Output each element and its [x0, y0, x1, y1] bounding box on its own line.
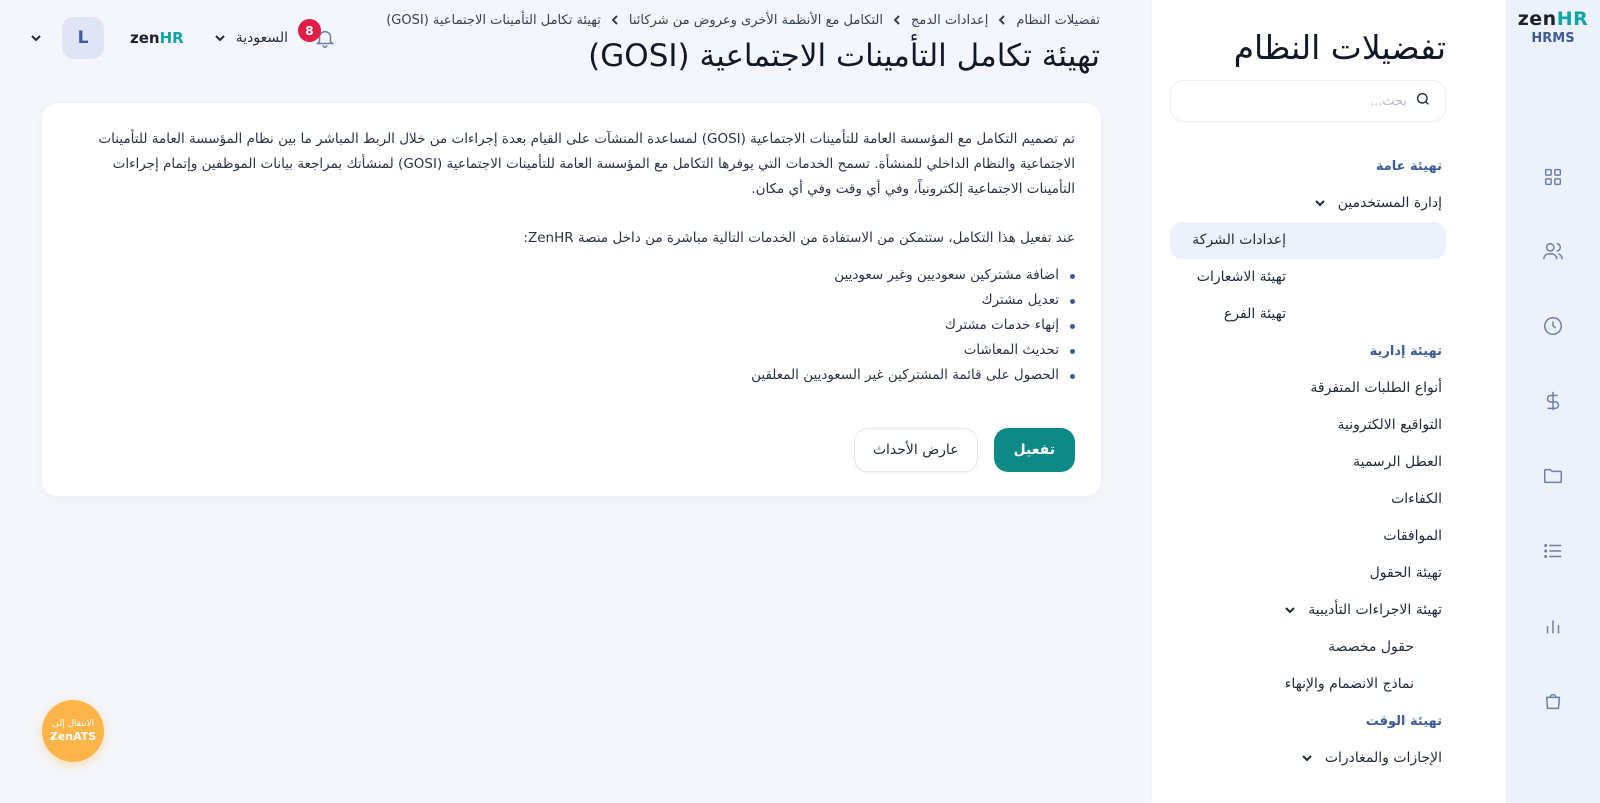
sidebar-item-label: تهيئة الاشعارات	[1196, 269, 1286, 285]
sidebar-item-approvals[interactable]: الموافقات	[1170, 518, 1446, 555]
sidebar-item-label: الإجازات والمغادرات	[1324, 750, 1442, 766]
notification-badge: 8	[297, 19, 321, 42]
account-dropdown-chevron-icon[interactable]	[26, 28, 46, 48]
chevron-down-icon	[210, 28, 230, 48]
sidebar-item-label: حقول مخصصة	[1328, 639, 1414, 655]
brand-sub: HRMS	[1531, 31, 1575, 46]
sidebar-item-label: الكفاءات	[1391, 491, 1442, 507]
card-body: تم تصميم التكامل مع المؤسسة العامة للتأم…	[65, 127, 1075, 388]
sidebar-item-label: العطل الرسمية	[1353, 454, 1442, 470]
sidebar-item-onboarding-offboarding-forms[interactable]: نماذج الانضمام والإنهاء	[1170, 666, 1446, 703]
sidebar-item-notifications-setup[interactable]: تهيئة الاشعارات	[1170, 259, 1446, 296]
zenats-line2: ZenATS	[49, 730, 97, 743]
sidebar-item-label: التواقيع الالكترونية	[1337, 417, 1442, 433]
card-actions: تفعيل عارض الأحداث	[853, 428, 1075, 472]
country-label: السعودية	[235, 30, 288, 46]
services-intro: عند تفعيل هذا التكامل، ستتمكن من الاستفا…	[523, 230, 1075, 246]
breadcrumb-other-integrations[interactable]: التكامل مع الأنظمة الأخرى وعروض من شركائ…	[629, 13, 883, 28]
zenats-line1: الانتقال إلى	[51, 719, 95, 729]
search-input[interactable]	[1197, 93, 1407, 109]
sidebar-item-label: نماذج الانضمام والإنهاء	[1284, 676, 1414, 692]
sidebar-item-public-holidays[interactable]: العطل الرسمية	[1170, 444, 1446, 481]
shopping-bag-icon[interactable]	[1540, 688, 1566, 714]
sidebar-item-user-management[interactable]: إدارة المستخدمين	[1170, 185, 1446, 222]
sidebar-item-disciplinary-setup[interactable]: تهيئة الاجراءات التأديبية	[1170, 592, 1446, 629]
main-content: تفضيلات النظام إعدادات الدمج التكامل مع …	[0, 0, 1150, 803]
sidebar-item-branch-setup[interactable]: تهيئة الفرع	[1170, 296, 1446, 333]
list-item: تحديث المعاشات	[65, 338, 1075, 363]
sidebar-item-fields-setup[interactable]: تهيئة الحقول	[1170, 555, 1446, 592]
sidebar-item-label: تهيئة الحقول	[1369, 565, 1442, 581]
chevron-down-icon	[1282, 604, 1296, 618]
section-administrative: تهيئة إدارية	[1369, 344, 1442, 359]
sidebar-item-label: إعدادات الشركة	[1192, 232, 1286, 248]
users-icon[interactable]	[1540, 238, 1566, 264]
list-item: إنهاء خدمات مشترك	[65, 313, 1075, 338]
sidebar-item-leaves[interactable]: الإجازات والمغادرات	[1170, 740, 1446, 777]
chevron-down-icon	[1299, 752, 1313, 766]
sidebar-item-label: أنواع الطلبات المتفرقة	[1310, 380, 1442, 396]
list-item: تعديل مشترك	[65, 288, 1075, 313]
breadcrumb: تفضيلات النظام إعدادات الدمج التكامل مع …	[386, 10, 1100, 30]
gosi-integration-card: تم تصميم التكامل مع المؤسسة العامة للتأم…	[41, 102, 1102, 497]
country-selector[interactable]: السعودية	[210, 28, 288, 48]
intro-paragraph: تم تصميم التكامل مع المؤسسة العامة للتأم…	[98, 131, 1075, 197]
sidebar-item-custom-fields[interactable]: حقول مخصصة	[1170, 629, 1446, 666]
brand-logo[interactable]: zenHR HRMS	[1506, 8, 1600, 46]
section-general: تهيئة عامة	[1375, 159, 1442, 174]
clock-icon[interactable]	[1540, 313, 1566, 339]
event-viewer-button[interactable]: عارض الأحداث	[853, 428, 978, 472]
breadcrumb-system-preferences[interactable]: تفضيلات النظام	[1016, 13, 1100, 28]
breadcrumb-current: تهيئة تكامل التأمينات الاجتماعية (GOSI)	[386, 12, 601, 28]
sidebar-item-misc-request-types[interactable]: أنواع الطلبات المتفرقة	[1170, 370, 1446, 407]
section-time: تهيئة الوقت	[1365, 714, 1442, 729]
page-title: تهيئة تكامل التأمينات الاجتماعية (GOSI)	[588, 38, 1100, 74]
breadcrumb-integration-settings[interactable]: إعدادات الدمج	[911, 13, 988, 28]
sidebar-item-company-settings[interactable]: إعدادات الشركة	[1170, 222, 1446, 259]
zenats-switch-button[interactable]: الانتقال إلى ZenATS	[42, 700, 104, 762]
company-logo: zenHR	[130, 29, 184, 47]
folder-icon[interactable]	[1540, 463, 1566, 489]
settings-menu: تهيئة عامة إدارة المستخدمين إعدادات الشر…	[1170, 148, 1446, 777]
list-item: اضافة مشتركين سعوديين وغير سعوديين	[65, 263, 1075, 288]
chevron-down-icon	[1312, 197, 1326, 211]
dollar-icon[interactable]	[1540, 388, 1566, 414]
search-icon	[1415, 91, 1431, 111]
sidebar-title: تفضيلات النظام	[1233, 28, 1446, 67]
activate-button[interactable]: تفعيل	[993, 428, 1075, 472]
sidebar-item-label: إدارة المستخدمين	[1337, 195, 1442, 211]
chevron-left-icon	[997, 15, 1007, 25]
sidebar-item-label: تهيئة الاجراءات التأديبية	[1308, 602, 1442, 618]
avatar[interactable]: L	[62, 17, 104, 59]
grid-icon[interactable]	[1540, 164, 1566, 190]
user-toolbar: L zenHR السعودية 8	[26, 16, 340, 60]
notifications-button[interactable]: 8	[297, 19, 340, 53]
icon-rail: zenHR HRMS	[1506, 0, 1600, 803]
list-icon[interactable]	[1540, 538, 1566, 564]
brand-logo-text: zenHR	[1517, 8, 1589, 30]
list-item: الحصول على قائمة المشتركين غير السعوديين…	[65, 363, 1075, 388]
bar-chart-icon[interactable]	[1540, 613, 1566, 639]
sidebar-item-label: الموافقات	[1383, 528, 1442, 544]
chevron-left-icon	[610, 15, 620, 25]
sidebar-item-e-signatures[interactable]: التواقيع الالكترونية	[1170, 407, 1446, 444]
sidebar-item-label: تهيئة الفرع	[1223, 306, 1286, 322]
chevron-left-icon	[892, 15, 902, 25]
services-list: اضافة مشتركين سعوديين وغير سعوديين تعديل…	[65, 263, 1075, 388]
sidebar-search[interactable]	[1170, 80, 1446, 122]
sidebar-item-competencies[interactable]: الكفاءات	[1170, 481, 1446, 518]
settings-sidebar: تفضيلات النظام تهيئة عامة إدارة المستخدم…	[1151, 0, 1506, 803]
